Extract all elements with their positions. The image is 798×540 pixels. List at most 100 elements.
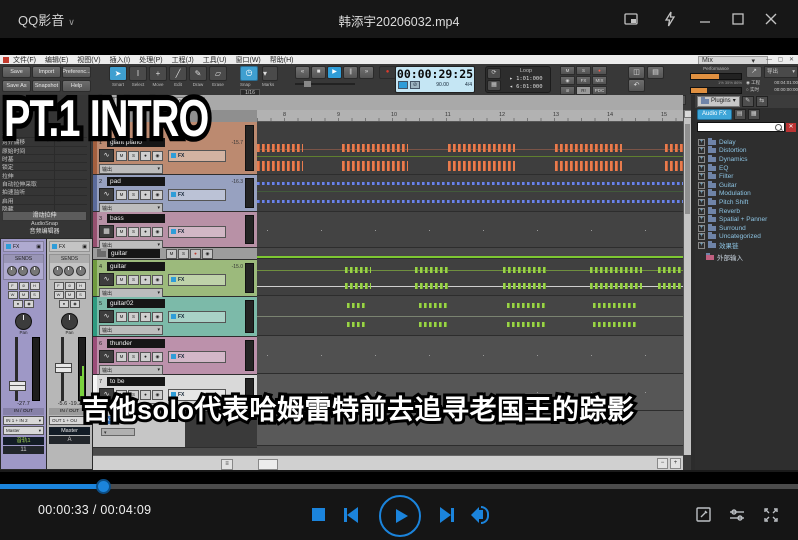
track-header-3[interactable]: 3bass ▦MS●◉FX 输出▾ bbox=[93, 212, 257, 248]
track-state-button[interactable]: ● bbox=[140, 312, 151, 322]
hscroll-thumb[interactable] bbox=[258, 459, 278, 470]
mix-module-button[interactable]: R! bbox=[576, 86, 591, 95]
strip-mini-button[interactable]: ◉ bbox=[24, 300, 34, 308]
plugin-category[interactable]: +Delay bbox=[698, 138, 798, 147]
track-name[interactable]: bass bbox=[107, 214, 165, 223]
track-name[interactable]: guitar02 bbox=[107, 299, 165, 308]
folder-name[interactable]: guitar bbox=[108, 249, 160, 258]
next-button[interactable] bbox=[434, 489, 460, 540]
clip-lane-guitar02[interactable] bbox=[257, 296, 683, 336]
strip-mini-button[interactable]: ● bbox=[13, 300, 23, 308]
mix-module-button[interactable]: PDC bbox=[592, 86, 607, 95]
mix-module-button[interactable]: S bbox=[576, 66, 591, 75]
select-tool[interactable]: ISelect bbox=[128, 66, 148, 87]
track-state-button[interactable]: M bbox=[116, 352, 127, 362]
clip-lane-guitar[interactable] bbox=[257, 259, 683, 296]
strip-mini-button[interactable]: S bbox=[30, 291, 40, 299]
track-state-button[interactable]: ● bbox=[140, 190, 151, 200]
fx-bin[interactable]: FX▣ bbox=[49, 241, 90, 252]
track-state-button[interactable]: S bbox=[178, 249, 189, 259]
track-header-5[interactable]: 5guitar02 ∿MS●◉FX 输出▾ bbox=[93, 297, 257, 337]
track-fx-rack[interactable]: FX bbox=[168, 311, 226, 323]
aux-lane-dropdown[interactable]: ▾ bbox=[101, 428, 135, 436]
track-name[interactable]: pad bbox=[107, 177, 165, 186]
track-state-button[interactable]: S bbox=[128, 312, 139, 322]
plugin-category[interactable]: +Filter bbox=[698, 172, 798, 181]
strip-mini-button[interactable]: H bbox=[76, 282, 86, 290]
plugin-category[interactable]: +Distortion bbox=[698, 147, 798, 156]
export-dropdown[interactable]: 导出▾ bbox=[764, 66, 798, 78]
menu-item[interactable]: 文件(F) bbox=[13, 55, 36, 65]
strip-mini-button[interactable]: ⊘ bbox=[19, 282, 29, 290]
send-knob[interactable] bbox=[64, 266, 74, 276]
metronome-chip[interactable]: ⊘ bbox=[410, 81, 420, 89]
track-state-button[interactable]: S bbox=[128, 151, 139, 161]
volume-fader[interactable] bbox=[9, 381, 26, 391]
track-state-button[interactable]: ● bbox=[140, 275, 151, 285]
fx-bin[interactable]: FX▣ bbox=[3, 241, 44, 252]
volume-fader[interactable] bbox=[55, 363, 72, 373]
edit-layout-icon[interactable]: ✎ bbox=[742, 96, 754, 107]
vscroll-thumb[interactable] bbox=[685, 124, 690, 214]
track-name[interactable]: thunder bbox=[107, 339, 165, 348]
transport-button[interactable]: ● bbox=[379, 66, 396, 79]
audio-fx-filter-button[interactable]: Audio FX bbox=[697, 109, 732, 120]
screenshot-tool-icon[interactable] bbox=[692, 489, 714, 540]
transport-button[interactable]: » bbox=[359, 66, 374, 79]
pan-knob[interactable] bbox=[15, 313, 32, 330]
send-knob[interactable] bbox=[30, 266, 40, 276]
output-dropdown[interactable]: Master▾ bbox=[3, 426, 44, 435]
track-state-button[interactable]: S bbox=[128, 190, 139, 200]
track-fx-rack[interactable]: FX bbox=[168, 351, 226, 363]
track-fx-rack[interactable]: FX bbox=[168, 189, 226, 201]
zoom-in-icon[interactable]: + bbox=[670, 458, 681, 469]
clip-lane-pad[interactable] bbox=[257, 175, 683, 212]
time-mode-chip[interactable] bbox=[398, 81, 408, 89]
plugin-category[interactable]: +Uncategorized bbox=[698, 233, 798, 242]
toolbar-button[interactable]: Save bbox=[2, 66, 31, 78]
track-output-dropdown[interactable]: 输出▾ bbox=[99, 365, 163, 375]
export-row[interactable]: ○ 实时00:00:00:00 bbox=[746, 87, 798, 94]
strip-mini-button[interactable]: F bbox=[8, 282, 18, 290]
track-state-button[interactable]: M bbox=[116, 190, 127, 200]
stop-button[interactable] bbox=[306, 489, 330, 540]
track-name[interactable]: to be bbox=[107, 377, 165, 386]
collapse-button[interactable]: ≡ bbox=[221, 459, 233, 470]
track-fx-rack[interactable]: FX bbox=[168, 226, 226, 238]
plugin-category[interactable]: +Guitar bbox=[698, 181, 798, 190]
volume-button[interactable] bbox=[468, 489, 498, 540]
plugin-search-input[interactable] bbox=[697, 122, 785, 132]
clip-lane-bass[interactable] bbox=[257, 212, 683, 248]
strip-mini-button[interactable]: ⊘ bbox=[65, 282, 75, 290]
daw-menu-items[interactable]: 文件(F)编辑(E)视图(V)插入(I)处理(P)工程(J)工具(U)窗口(W)… bbox=[13, 55, 302, 65]
track-fx-rack[interactable]: FX bbox=[168, 274, 226, 286]
smart-tool[interactable]: ➤Smart bbox=[108, 66, 128, 87]
track-state-button[interactable]: ◉ bbox=[152, 190, 163, 200]
menu-item[interactable]: 编辑(E) bbox=[45, 55, 68, 65]
track-fx-rack[interactable]: FX bbox=[168, 150, 226, 162]
audiosnap-button[interactable]: AudioSnap bbox=[2, 221, 87, 228]
track-state-button[interactable]: ◉ bbox=[152, 312, 163, 322]
grid-icon[interactable]: ▦ bbox=[748, 109, 760, 120]
folder-track-guitar[interactable]: guitar MS●◉ bbox=[93, 248, 257, 260]
plugin-category[interactable]: +效果链 bbox=[698, 241, 798, 250]
track-state-button[interactable]: M bbox=[116, 275, 127, 285]
plugin-category[interactable]: +Dynamics bbox=[698, 155, 798, 164]
menu-item[interactable]: 工具(U) bbox=[203, 55, 227, 65]
strip-mini-button[interactable]: M bbox=[65, 291, 75, 299]
strip-mini-button[interactable]: S bbox=[76, 291, 86, 299]
boss-key-icon[interactable] bbox=[661, 10, 679, 28]
toolbar-button[interactable]: Import bbox=[32, 66, 61, 78]
track-state-button[interactable]: ◉ bbox=[202, 249, 213, 259]
play-button[interactable] bbox=[379, 495, 421, 537]
external-insert-item[interactable]: 外部输入 bbox=[698, 253, 798, 262]
menu-item[interactable]: 帮助(H) bbox=[270, 55, 294, 65]
settings-sliders-icon[interactable] bbox=[726, 489, 748, 540]
plugin-category[interactable]: +EQ bbox=[698, 164, 798, 173]
strip-mini-button[interactable]: M bbox=[19, 291, 29, 299]
toolbar-button[interactable]: Preferenc... bbox=[62, 66, 91, 78]
notes-icon[interactable]: ▤ bbox=[647, 66, 664, 79]
plugin-category[interactable]: +Spatial + Panner bbox=[698, 215, 798, 224]
mix-module-button[interactable]: MIX bbox=[592, 76, 607, 85]
tempo-value[interactable]: 90.00 bbox=[422, 82, 463, 88]
